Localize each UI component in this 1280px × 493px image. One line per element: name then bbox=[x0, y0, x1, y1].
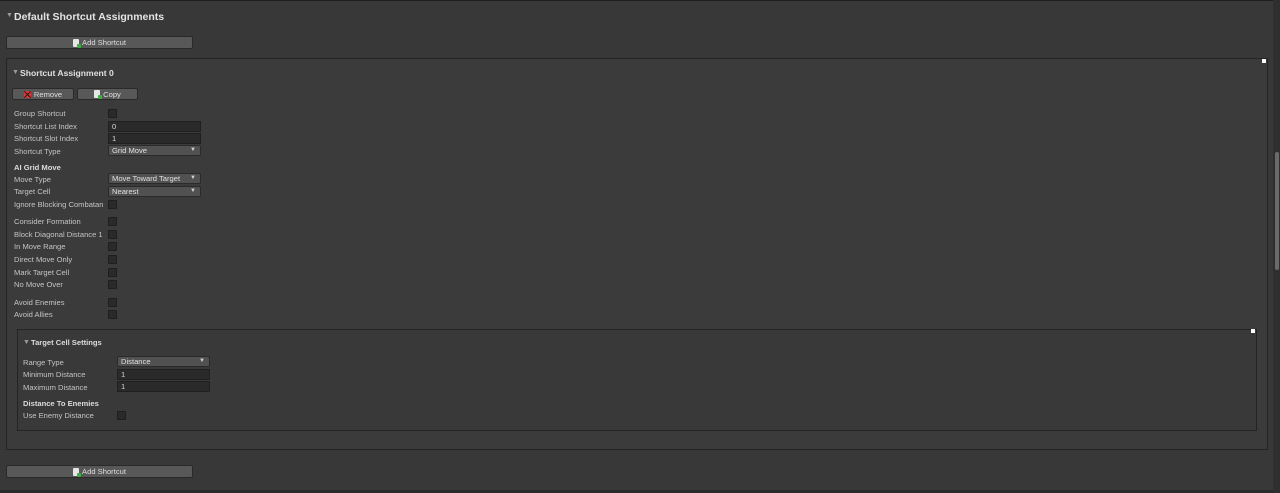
assignment-title[interactable]: Shortcut Assignment 0 bbox=[20, 68, 114, 78]
target-cell-settings-title[interactable]: Target Cell Settings bbox=[31, 338, 102, 347]
mark-target-cell-label: Mark Target Cell bbox=[14, 268, 70, 277]
avoid-enemies-label: Avoid Enemies bbox=[14, 298, 65, 307]
copy-label: Copy bbox=[103, 89, 121, 99]
avoid-allies-label: Avoid Allies bbox=[14, 310, 53, 319]
add-shortcut-button-top[interactable]: Add Shortcut bbox=[6, 36, 193, 49]
remove-button[interactable]: Remove bbox=[12, 88, 74, 100]
section-foldout-icon[interactable]: ▼ bbox=[6, 12, 13, 19]
maximum-distance-field[interactable]: 1 bbox=[117, 381, 210, 392]
top-divider bbox=[0, 0, 1273, 1]
no-move-over-checkbox[interactable] bbox=[108, 280, 117, 289]
chevron-down-icon: ▼ bbox=[199, 358, 205, 364]
remove-icon bbox=[23, 90, 31, 98]
chevron-down-icon: ▼ bbox=[190, 175, 196, 181]
use-enemy-distance-checkbox[interactable] bbox=[117, 411, 126, 420]
add-shortcut-label: Add Shortcut bbox=[82, 38, 126, 47]
group-shortcut-checkbox[interactable] bbox=[108, 109, 117, 118]
direct-move-only-label: Direct Move Only bbox=[14, 255, 73, 264]
resize-handle[interactable] bbox=[1251, 329, 1255, 333]
move-type-dropdown[interactable]: Move Toward Target ▼ bbox=[108, 173, 201, 184]
add-document-icon bbox=[73, 467, 82, 477]
chevron-down-icon: ▼ bbox=[190, 147, 196, 153]
target-cell-settings-panel bbox=[17, 329, 1257, 431]
resize-handle[interactable] bbox=[1262, 59, 1266, 63]
distance-to-enemies-header: Distance To Enemies bbox=[23, 399, 99, 408]
group-shortcut-label: Group Shortcut bbox=[14, 109, 66, 118]
shortcut-slot-index-label: Shortcut Slot Index bbox=[14, 134, 79, 143]
direct-move-only-checkbox[interactable] bbox=[108, 255, 117, 264]
section-title[interactable]: Default Shortcut Assignments bbox=[14, 11, 164, 23]
range-type-value: Distance bbox=[121, 357, 151, 366]
copy-button[interactable]: Copy bbox=[77, 88, 138, 100]
in-move-range-checkbox[interactable] bbox=[108, 242, 117, 251]
range-type-label: Range Type bbox=[23, 358, 64, 367]
block-diagonal-label: Block Diagonal Distance 1 bbox=[14, 230, 103, 239]
use-enemy-distance-label: Use Enemy Distance bbox=[23, 411, 94, 420]
block-diagonal-checkbox[interactable] bbox=[108, 230, 117, 239]
target-cell-dropdown[interactable]: Nearest ▼ bbox=[108, 186, 201, 197]
target-cell-label: Target Cell bbox=[14, 187, 51, 196]
shortcut-type-dropdown[interactable]: Grid Move ▼ bbox=[108, 145, 201, 156]
add-shortcut-label: Add Shortcut bbox=[82, 467, 126, 476]
shortcut-list-index-field[interactable]: 0 bbox=[108, 121, 201, 132]
add-document-icon bbox=[73, 38, 82, 48]
shortcut-type-label: Shortcut Type bbox=[14, 147, 61, 156]
avoid-enemies-checkbox[interactable] bbox=[108, 298, 117, 307]
ignore-blocking-checkbox[interactable] bbox=[108, 200, 117, 209]
minimum-distance-field[interactable]: 1 bbox=[117, 369, 210, 380]
no-move-over-label: No Move Over bbox=[14, 280, 63, 289]
target-cell-settings-foldout-icon[interactable]: ▼ bbox=[23, 339, 30, 346]
shortcut-type-value: Grid Move bbox=[112, 146, 148, 155]
chevron-down-icon: ▼ bbox=[190, 188, 196, 194]
in-move-range-label: In Move Range bbox=[14, 242, 66, 251]
avoid-allies-checkbox[interactable] bbox=[108, 310, 117, 319]
add-shortcut-button-bottom[interactable]: Add Shortcut bbox=[6, 465, 193, 478]
range-type-dropdown[interactable]: Distance ▼ bbox=[117, 356, 210, 367]
shortcut-list-index-label: Shortcut List Index bbox=[14, 122, 77, 131]
ignore-blocking-label: Ignore Blocking Combatan bbox=[14, 200, 104, 209]
remove-label: Remove bbox=[33, 89, 63, 99]
shortcut-slot-index-field[interactable]: 1 bbox=[108, 133, 201, 144]
move-type-label: Move Type bbox=[14, 175, 52, 184]
target-cell-value: Nearest bbox=[112, 187, 139, 196]
move-type-value: Move Toward Target bbox=[112, 174, 181, 183]
copy-icon bbox=[94, 90, 103, 99]
assignment-foldout-icon[interactable]: ▼ bbox=[12, 69, 19, 76]
scrollbar-thumb[interactable] bbox=[1275, 152, 1279, 270]
mark-target-cell-checkbox[interactable] bbox=[108, 268, 117, 277]
maximum-distance-label: Maximum Distance bbox=[23, 383, 88, 392]
consider-formation-checkbox[interactable] bbox=[108, 217, 117, 226]
consider-formation-label: Consider Formation bbox=[14, 217, 81, 226]
ai-grid-move-header: AI Grid Move bbox=[14, 163, 61, 172]
minimum-distance-label: Minimum Distance bbox=[23, 370, 86, 379]
